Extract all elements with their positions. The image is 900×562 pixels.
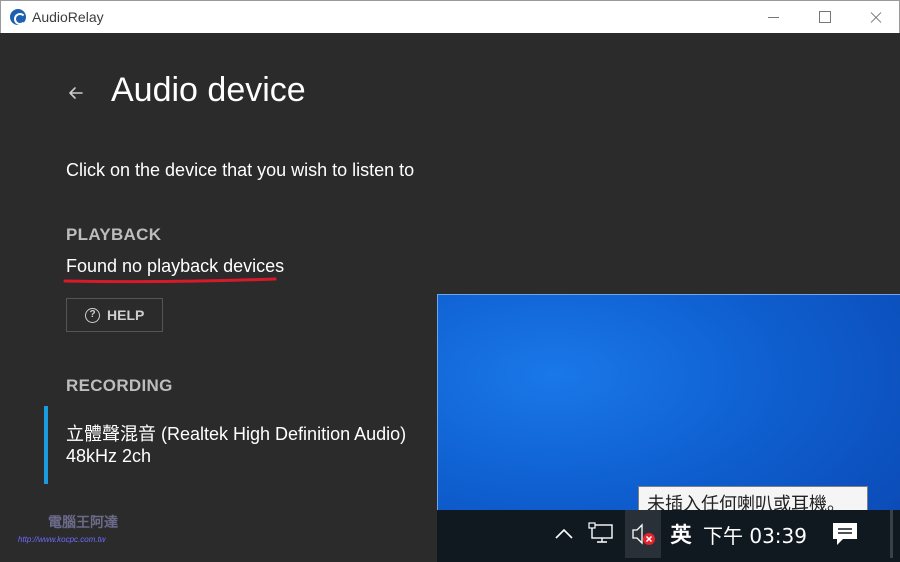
recording-device-item[interactable]: 立體聲混音 (Realtek High Definition Audio) 48…: [44, 406, 424, 484]
close-button[interactable]: [852, 1, 898, 33]
red-underline-annotation: [63, 277, 277, 284]
notification-icon[interactable]: [825, 510, 865, 558]
chevron-up-icon[interactable]: [549, 510, 579, 558]
watermark-logo: 電腦王阿達 http://www.kocpc.com.tw: [18, 512, 136, 548]
selected-accent-bar: [44, 406, 48, 484]
device-name: 立體聲混音 (Realtek High Definition Audio): [66, 424, 407, 444]
maximize-button[interactable]: [801, 1, 847, 33]
recording-heading: RECORDING: [66, 376, 173, 395]
taskbar: 英 下午 03:39: [437, 510, 900, 562]
help-circle-icon: ?: [85, 307, 100, 323]
title-bar: AudioRelay: [0, 0, 900, 33]
ime-indicator[interactable]: 英: [665, 510, 697, 558]
playback-heading: PLAYBACK: [66, 225, 162, 244]
window-title: AudioRelay: [32, 9, 104, 25]
no-playback-devices-message: Found no playback devices: [66, 256, 285, 276]
show-desktop-edge[interactable]: [890, 510, 893, 558]
minimize-button[interactable]: [751, 1, 797, 33]
page-subtitle: Click on the device that you wish to lis…: [66, 160, 415, 180]
watermark-url: http://www.kocpc.com.tw: [18, 535, 106, 544]
back-button[interactable]: [63, 80, 89, 106]
help-button[interactable]: ? HELP: [66, 298, 163, 332]
device-format: 48kHz 2ch: [66, 446, 152, 466]
arrow-left-icon: [69, 87, 83, 99]
network-icon[interactable]: [585, 510, 619, 558]
watermark-cloud-text: 電腦王阿達: [48, 515, 118, 531]
page-title: Audio device: [111, 71, 306, 109]
volume-muted-icon[interactable]: [625, 510, 661, 558]
help-button-label: HELP: [107, 307, 145, 323]
app-logo-icon: [10, 9, 26, 25]
taskbar-clock[interactable]: 下午 03:39: [703, 510, 807, 558]
